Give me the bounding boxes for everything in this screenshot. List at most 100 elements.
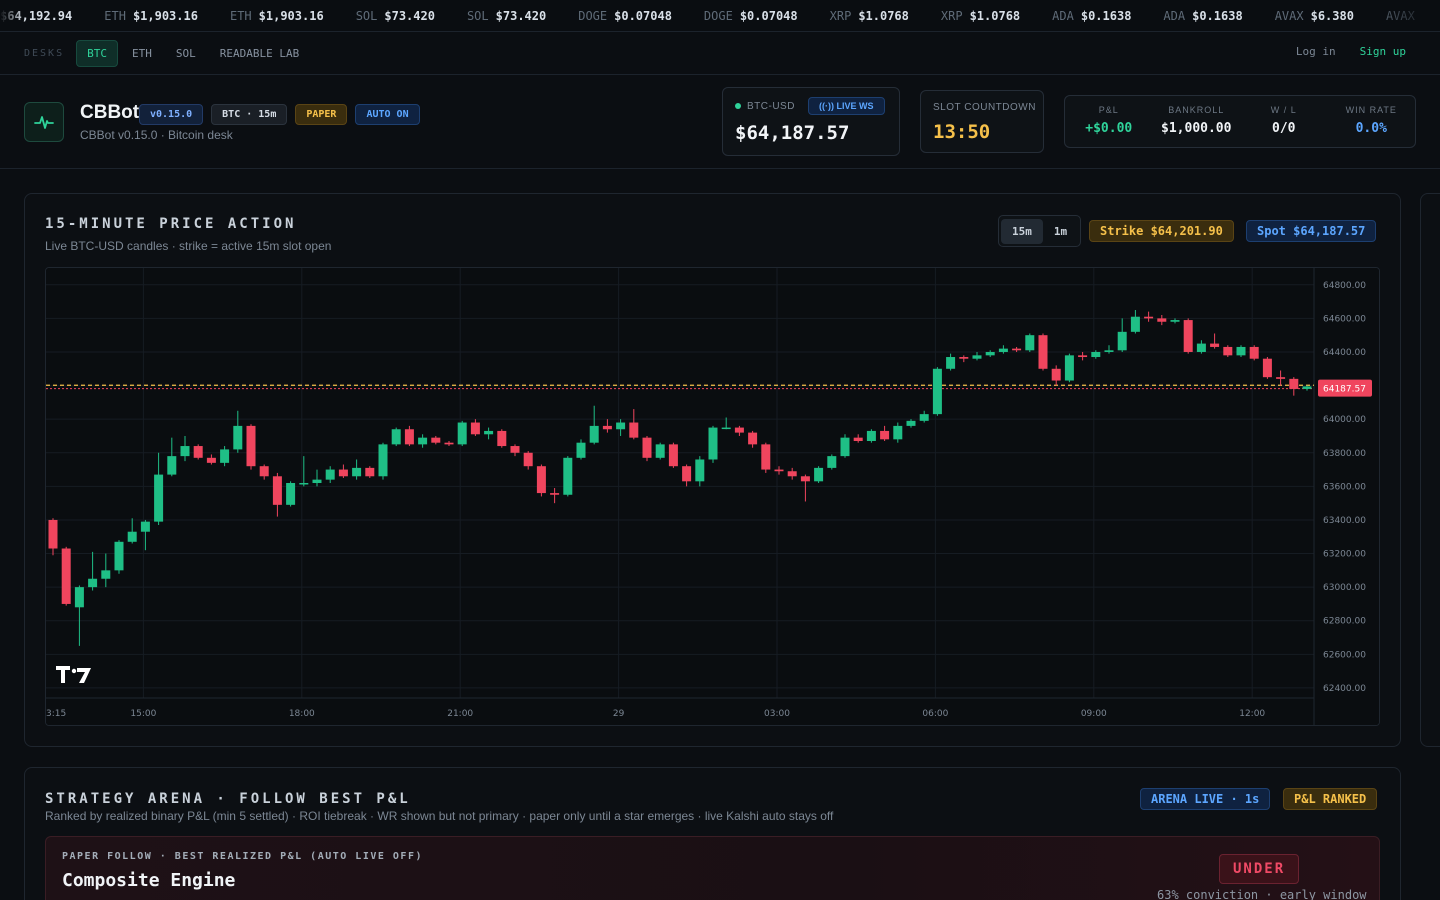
candle-body <box>655 444 665 458</box>
candle-body <box>431 437 441 443</box>
candle-body <box>893 425 903 440</box>
tab-readable-lab[interactable]: READABLE LAB <box>210 41 309 66</box>
desk-nav: DESKS BTC ETH SOL READABLE LAB Log in Si… <box>0 33 1440 75</box>
spot-pill: Spot $64,187.57 <box>1246 220 1377 242</box>
candle-body <box>444 442 454 445</box>
ticker-item: DOGE $0.07048 <box>704 9 798 23</box>
y-tick-label: 62400.00 <box>1323 684 1366 694</box>
candle-body <box>1302 386 1312 389</box>
version-badge: v0.15.0 <box>139 104 204 125</box>
stat-value: 0.0% <box>1355 121 1387 136</box>
x-tick-label: 3:15 <box>46 709 66 719</box>
candle-body <box>457 422 467 445</box>
price-label: BTC-USD <box>747 101 795 112</box>
candle-body <box>721 427 731 430</box>
follow-card[interactable]: PAPER FOLLOW · BEST REALIZED P&L (AUTO L… <box>45 836 1380 900</box>
pair-badge: BTC · 15m <box>211 104 288 125</box>
ticker-price: $0.1638 <box>1192 8 1243 23</box>
candle-body <box>748 432 758 445</box>
arena-subtitle: Ranked by realized binary P&L (min 5 set… <box>45 809 834 823</box>
candle-body <box>682 466 692 482</box>
strategy-arena-panel: STRATEGY ARENA · FOLLOW BEST P&L Ranked … <box>24 767 1401 900</box>
candlestick-chart[interactable]: 64800.0064600.0064400.0064200.0064000.00… <box>45 267 1380 726</box>
stat-value: 0/0 <box>1272 121 1296 136</box>
y-tick-label: 63600.00 <box>1323 482 1366 492</box>
stat-value: $1,000.00 <box>1161 121 1232 136</box>
candle-body <box>1170 320 1180 322</box>
candle-body <box>246 425 256 467</box>
candle-body <box>220 449 230 463</box>
candle-body <box>523 452 533 467</box>
candle-body <box>1157 318 1167 322</box>
candle-body <box>101 570 111 579</box>
stats-card: P&L +$0.00 BANKROLL $1,000.00 W / L 0/0 WIN RA… <box>1064 95 1416 148</box>
timeframe-1m[interactable]: 1m <box>1043 219 1078 244</box>
candle-body <box>708 427 718 460</box>
stat-p-l: P&L +$0.00 <box>1065 96 1153 147</box>
candle-body <box>1091 351 1101 358</box>
x-tick-label: 12:00 <box>1239 709 1265 719</box>
tab-eth[interactable]: ETH <box>122 41 162 66</box>
signal-badge: UNDER <box>1219 854 1300 884</box>
candle-body <box>352 467 362 477</box>
follow-label: PAPER FOLLOW · BEST REALIZED P&L (AUTO L… <box>62 851 423 862</box>
candle-body <box>391 429 401 445</box>
arena-live-pill: ARENA LIVE · 1s <box>1140 788 1271 810</box>
ticker-item: ADA $0.1638 <box>1052 9 1131 23</box>
stat-label: P&L <box>1098 105 1119 115</box>
login-link[interactable]: Log in <box>1296 45 1336 58</box>
candle-body <box>312 479 322 483</box>
candle-body <box>470 422 480 435</box>
candle-body <box>668 444 678 467</box>
auto-badge[interactable]: AUTO ON <box>355 104 420 125</box>
candle-body <box>853 437 863 442</box>
spot-price-tag-label: 64187.57 <box>1323 385 1366 395</box>
candle-body <box>642 437 652 458</box>
candle-body <box>1025 335 1035 351</box>
candle-body <box>88 578 98 588</box>
ticker-symbol: ADA <box>1052 8 1074 23</box>
ticker-symbol: ETH <box>104 8 126 23</box>
ticker-symbol: SOL <box>355 8 378 23</box>
candle-body <box>906 420 916 426</box>
candle-body <box>325 469 335 480</box>
ticker-symbol: AVAX <box>1274 8 1304 23</box>
countdown-value: 13:50 <box>933 121 991 143</box>
ticker-price: $1,903.16 <box>132 8 198 23</box>
candle-body <box>998 348 1008 352</box>
x-tick-label: 15:00 <box>130 709 156 719</box>
price-ticker: $64,192.94 ETH $1,903.16 ETH $1,903.16 SOL $73… <box>0 0 1440 32</box>
signup-link[interactable]: Sign up <box>1360 45 1406 58</box>
x-tick-label: 09:00 <box>1081 709 1107 719</box>
candle-body <box>616 422 626 430</box>
tab-btc[interactable]: BTC <box>76 40 118 67</box>
follow-strategy-name: Composite Engine <box>62 870 236 891</box>
candle-body <box>959 357 969 359</box>
candle-body <box>1038 335 1048 369</box>
ticker-item: DOGE $0.07048 <box>578 9 672 23</box>
timeframe-toggle: 15m 1m <box>998 215 1082 247</box>
strike-pill: Strike $64,201.90 <box>1089 220 1234 242</box>
candle-body <box>484 430 494 435</box>
timeframe-15m[interactable]: 15m <box>1001 218 1043 244</box>
candle-body <box>127 531 137 542</box>
x-tick-label: 03:00 <box>764 709 790 719</box>
candle-body <box>365 467 375 477</box>
candle-body <box>1276 377 1286 379</box>
tab-sol[interactable]: SOL <box>166 41 206 66</box>
candle-body <box>880 430 890 440</box>
stat-label: WIN RATE <box>1345 105 1397 115</box>
ticker-item: ETH $1,903.16 <box>104 9 198 23</box>
ticker-price: $0.1638 <box>1080 8 1132 23</box>
y-tick-label: 63400.00 <box>1323 516 1366 526</box>
candle-body <box>946 357 956 369</box>
candle-body <box>1051 368 1061 381</box>
ticker-item: AVAX $6.380 <box>1275 9 1354 23</box>
candle-body <box>919 414 929 421</box>
candle-body <box>1012 348 1022 351</box>
candle-body <box>1064 355 1074 381</box>
candle-body <box>1289 378 1299 389</box>
candle-body <box>1183 320 1193 352</box>
spot-price: $64,187.57 <box>735 122 850 144</box>
ticker-item: SOL $73.420 <box>467 9 546 23</box>
